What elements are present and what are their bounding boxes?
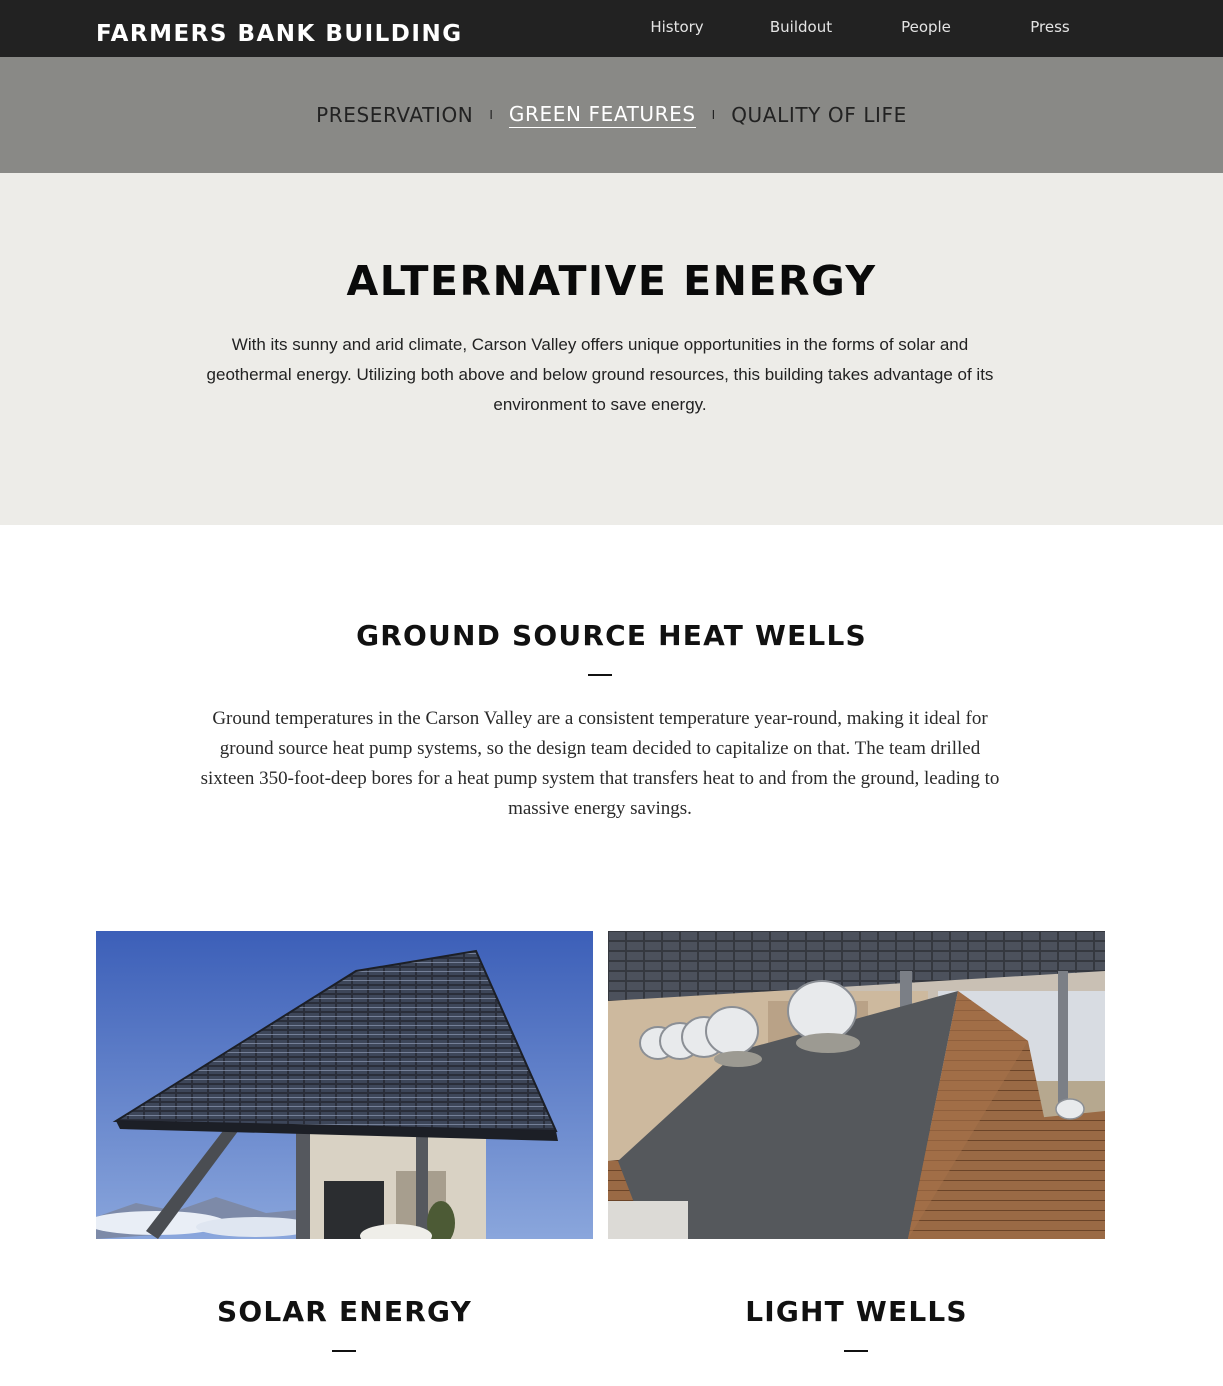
page-title: ALTERNATIVE ENERGY — [346, 257, 877, 305]
heat-wells-paragraph: Ground temperatures in the Carson Valley… — [200, 708, 1000, 819]
top-navigation-bar: FARMERS BANK BUILDING History Buildout P… — [0, 0, 1223, 57]
light-wells-title: LIGHT WELLS — [745, 1295, 968, 1328]
brand-logo-link[interactable]: FARMERS BANK BUILDING — [96, 18, 463, 50]
nav-link-people[interactable]: People — [881, 16, 971, 38]
nav-link-press[interactable]: Press — [1005, 16, 1095, 38]
solar-energy-title: SOLAR ENERGY — [216, 1295, 473, 1328]
heat-wells-title: GROUND SOURCE HEAT WELLS — [356, 619, 867, 652]
subnav-separator: I — [489, 108, 493, 122]
subnav-separator: I — [711, 108, 716, 122]
section-subnav: PRESERVATION I GREEN FEATURES I QUALITY … — [0, 57, 1223, 173]
light-wells-photo — [608, 931, 1105, 1239]
intro-band: ALTERNATIVE ENERGY With its sunny and ar… — [0, 173, 1223, 525]
intro-paragraph: With its sunny and arid climate, Carson … — [206, 335, 994, 414]
heat-wells-divider — [588, 674, 612, 676]
subnav-items: PRESERVATION I GREEN FEATURES I QUALITY … — [0, 101, 1223, 129]
subnav-item-quality-of-life[interactable]: QUALITY OF LIFE — [731, 101, 907, 129]
solar-energy-divider — [332, 1350, 356, 1352]
subnav-item-green-features[interactable]: GREEN FEATURES — [508, 102, 696, 128]
subnav-item-preservation[interactable]: PRESERVATION — [316, 101, 473, 129]
nav-link-buildout[interactable]: Buildout — [756, 16, 846, 38]
nav-link-history[interactable]: History — [632, 16, 722, 38]
solar-canopy-photo — [96, 931, 593, 1239]
light-wells-divider — [844, 1350, 868, 1352]
